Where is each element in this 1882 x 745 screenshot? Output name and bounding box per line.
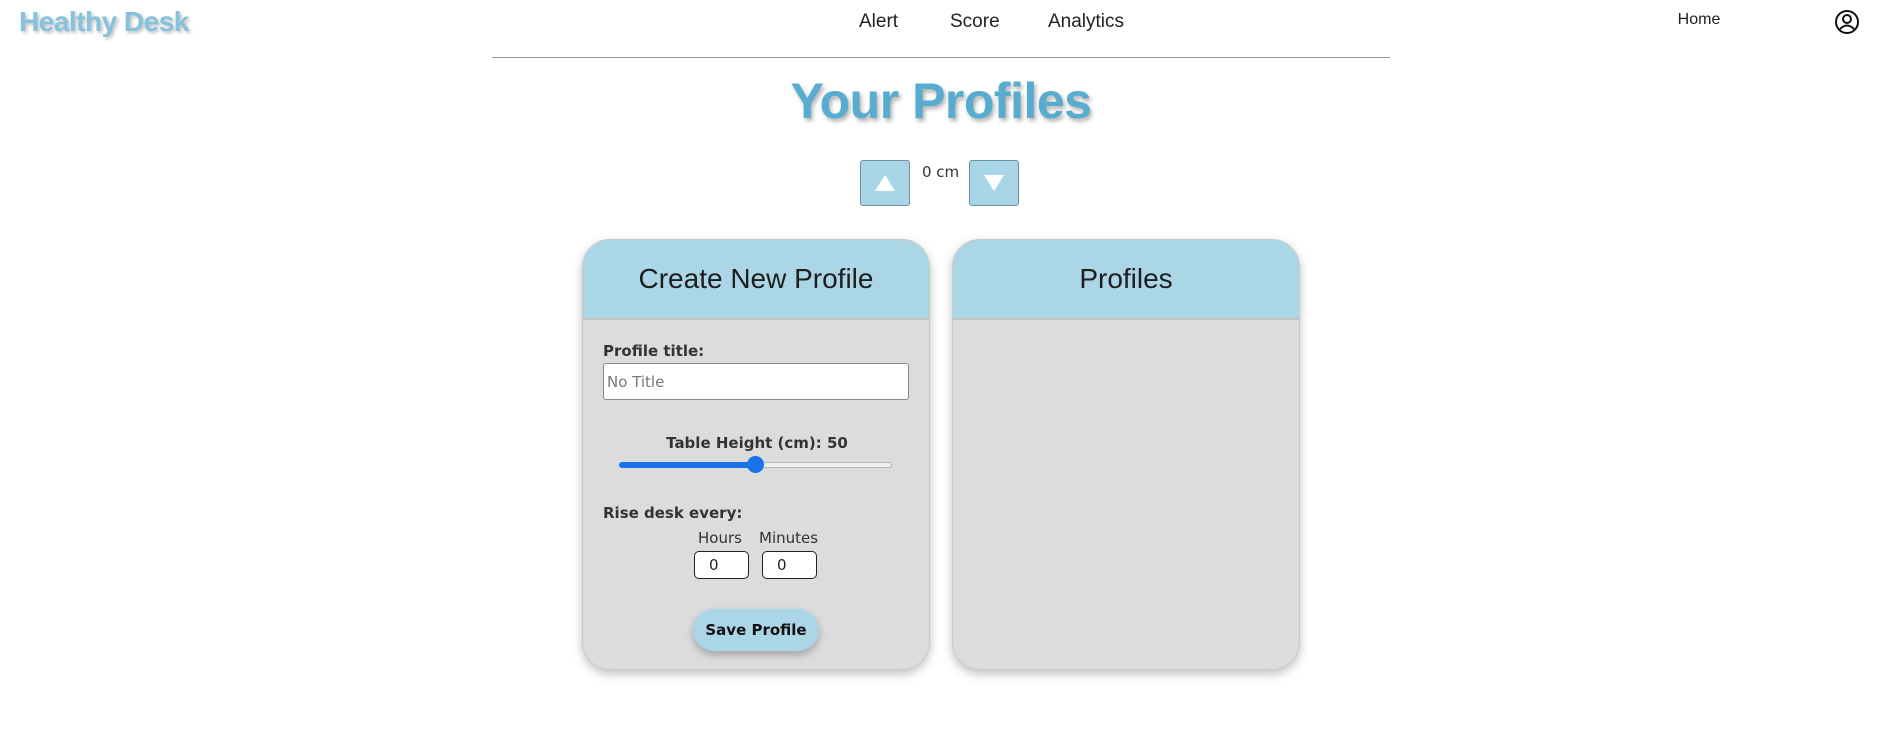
profiles-header: Profiles [953, 240, 1299, 320]
nav-analytics-link[interactable]: Analytics [1048, 11, 1124, 33]
nav-alert-link[interactable]: Alert [859, 11, 898, 33]
brand-logo[interactable]: Healthy Desk [19, 6, 189, 38]
minutes-input[interactable] [762, 551, 817, 579]
rise-desk-label: Rise desk every: [603, 504, 743, 522]
table-height-slider-fill [619, 462, 756, 468]
triangle-up-icon [875, 175, 895, 191]
page-title: Your Profiles [790, 73, 1092, 129]
profile-title-input[interactable] [603, 363, 909, 400]
table-height-label: Table Height (cm): 50 [666, 434, 848, 452]
create-profile-header: Create New Profile [583, 240, 929, 320]
account-circle-icon[interactable] [1834, 9, 1860, 35]
triangle-down-icon [984, 175, 1004, 191]
height-readout: 0 cm [922, 163, 960, 181]
create-profile-card: Create New Profile Profile title: Table … [582, 239, 930, 670]
profile-title-label: Profile title: [603, 342, 705, 360]
hours-label: Hours [698, 529, 742, 547]
minutes-label: Minutes [759, 529, 819, 547]
header-divider [492, 57, 1390, 58]
desk-down-button[interactable] [969, 160, 1019, 206]
desk-up-button[interactable] [860, 160, 910, 206]
save-profile-button[interactable]: Save Profile [693, 609, 819, 651]
table-height-slider-thumb[interactable] [747, 456, 764, 473]
hours-input[interactable] [694, 551, 749, 579]
profiles-card: Profiles [952, 239, 1300, 670]
nav-home-link[interactable]: Home [758, 11, 1882, 29]
nav-score-link[interactable]: Score [950, 11, 1000, 33]
